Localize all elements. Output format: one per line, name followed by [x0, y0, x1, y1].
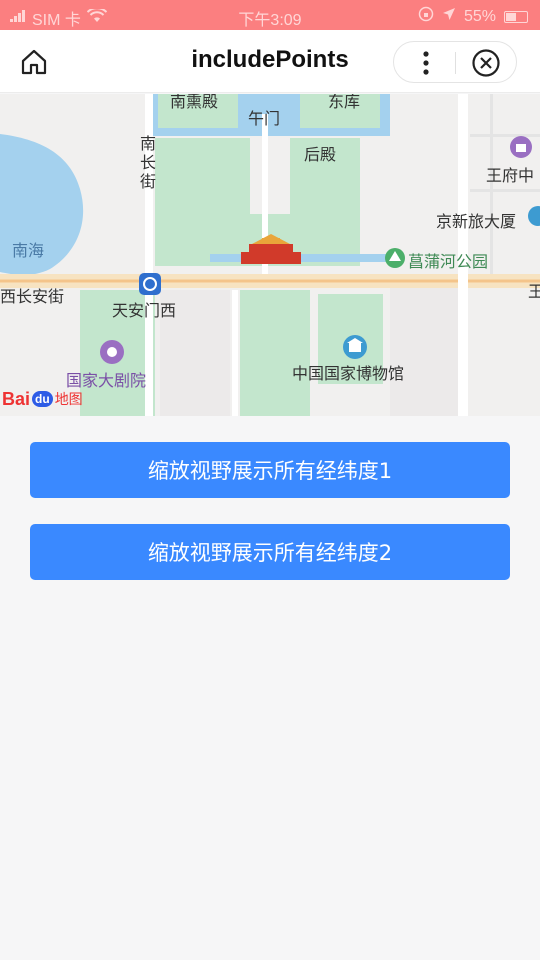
map-label: 南熏殿	[170, 94, 219, 111]
more-vertical-icon	[423, 51, 429, 75]
status-right: 55%	[418, 6, 528, 27]
include-points-button-2[interactable]: 缩放视野展示所有经纬度2	[30, 524, 510, 580]
orientation-lock-icon	[418, 6, 434, 27]
capsule-divider	[455, 52, 456, 74]
map-label: 中国国家博物馆	[292, 364, 405, 383]
map-label: 东库	[328, 94, 361, 111]
close-button[interactable]	[466, 47, 506, 79]
museum-poi-icon	[343, 335, 367, 359]
map-label: 后殿	[304, 145, 337, 164]
map-label: 京新旅大厦	[436, 212, 517, 231]
shopping-poi-icon	[510, 136, 532, 158]
map-label: 南海	[12, 241, 45, 260]
theater-poi-icon	[100, 340, 124, 364]
close-circle-icon	[472, 49, 500, 77]
map-label: 南长街	[139, 134, 156, 191]
park-poi-icon	[385, 248, 405, 268]
baidu-map-logo: Bai du 地图	[2, 388, 83, 409]
include-points-button-1[interactable]: 缩放视野展示所有经纬度1	[30, 442, 510, 498]
nav-bar: includePoints	[0, 30, 540, 93]
location-icon	[442, 7, 456, 26]
status-bar: SIM 卡 下午3:09 55%	[0, 0, 540, 30]
battery-icon	[504, 10, 528, 23]
map-label: 菖蒲河公园	[408, 252, 489, 271]
menu-capsule	[393, 41, 517, 83]
map-label: 王	[528, 282, 540, 301]
more-button[interactable]	[404, 47, 448, 79]
map-label: 天安门西	[112, 301, 177, 320]
battery-fill	[506, 12, 516, 21]
hotel-poi-icon	[528, 206, 540, 226]
map-label: 午门	[248, 109, 281, 128]
map-label: 西长安街	[0, 287, 65, 306]
battery-percent: 55%	[463, 7, 496, 25]
map-label: 王府中	[486, 166, 535, 185]
map-view[interactable]: 南熏殿 午门 东库 南长街 后殿 王府中 京新旅大厦 南海 菖蒲河公园 西长安街…	[0, 94, 540, 416]
metro-station-icon	[139, 273, 161, 295]
